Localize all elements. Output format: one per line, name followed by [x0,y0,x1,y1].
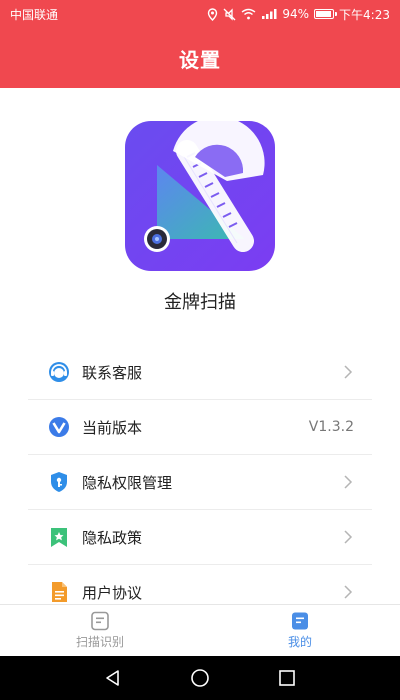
app-name: 金牌扫描 [164,292,236,313]
settings-screen: 中国联通 94% 下午4:23 设置 金牌扫描 联系客服 当前版本 V1.3.2… [0,0,400,700]
system-navigation-bar [0,656,400,700]
agreement-doc-icon [52,582,67,602]
privacy-policy-label: 隐私政策 [82,528,143,547]
privacy-shield-icon [51,472,67,492]
privacy-policy-item[interactable]: 隐私政策 [28,510,372,565]
version-number: V1.3.2 [308,419,354,435]
settings-list: 联系客服 当前版本 V1.3.2 隐私权限管理 隐私政策 用户协议 [28,345,372,620]
cellular-signal-icon [262,9,277,19]
location-icon [208,7,218,21]
clock: 下午4:23 [339,7,390,22]
mine-tab-icon [292,612,308,630]
carrier-label: 中国联通 [10,7,59,22]
privacy-permissions-label: 隐私权限管理 [82,473,173,492]
app-info: 金牌扫描 [0,88,400,338]
home-icon[interactable] [190,668,210,688]
back-icon[interactable] [104,669,122,687]
customer-service-icon [49,362,69,382]
battery-icon [314,9,338,19]
tab-mine-label: 我的 [287,635,312,649]
chevron-right-icon [344,365,353,379]
mute-icon [223,7,236,21]
battery-percent: 94% [282,7,310,21]
current-version-item: 当前版本 V1.3.2 [28,400,372,455]
current-version-label: 当前版本 [82,418,143,437]
chevron-right-icon [344,475,353,489]
version-icon [49,417,69,437]
contact-support-label: 联系客服 [82,363,143,382]
recents-icon[interactable] [278,669,296,687]
tab-scan[interactable]: 扫描识别 [0,605,200,656]
policy-bookmark-icon [51,528,67,547]
chevron-right-icon [344,585,353,599]
tab-scan-label: 扫描识别 [75,635,124,649]
app-logo-icon [125,121,275,271]
privacy-permissions-item[interactable]: 隐私权限管理 [28,455,372,510]
scan-tab-icon [91,611,109,631]
bottom-tab-bar: 扫描识别 我的 [0,604,400,656]
user-agreement-label: 用户协议 [82,583,143,602]
page-title: 设置 [0,28,400,88]
wifi-icon [241,8,256,20]
tab-mine[interactable]: 我的 [200,605,400,656]
status-bar: 中国联通 94% 下午4:23 [0,0,400,28]
contact-support-item[interactable]: 联系客服 [28,345,372,400]
chevron-right-icon [344,530,353,544]
